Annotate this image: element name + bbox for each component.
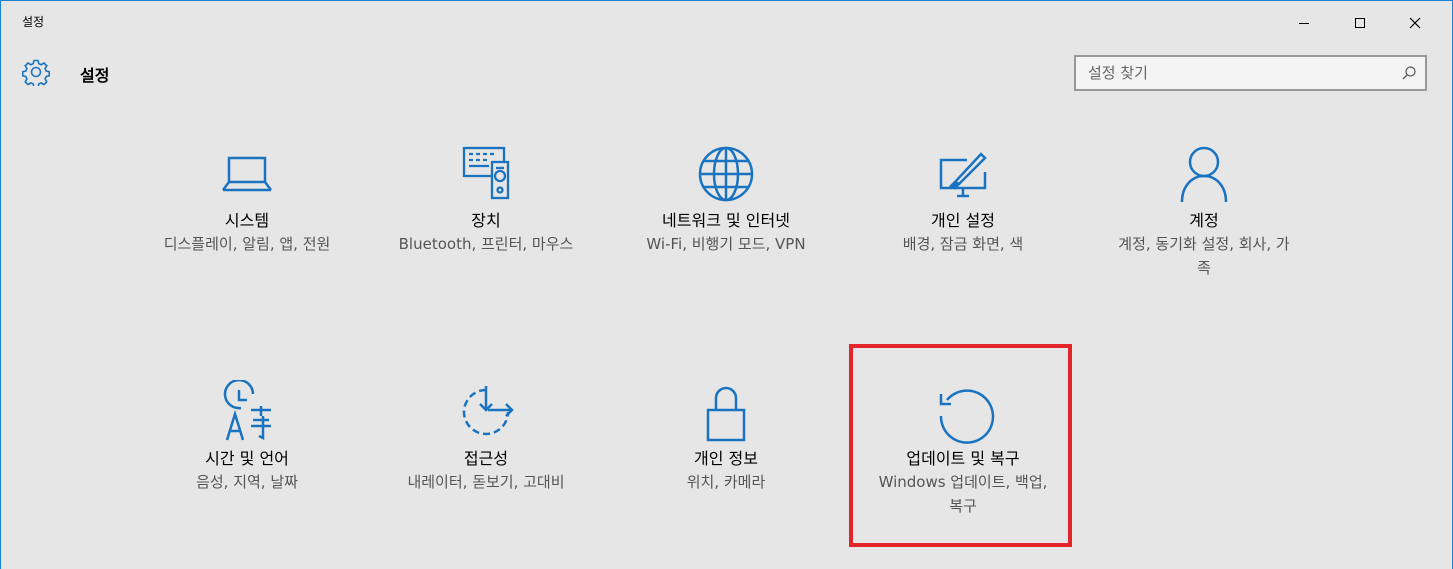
- tile-update-recovery[interactable]: 업데이트 및 복구 Windows 업데이트, 백업, 복구: [863, 380, 1063, 518]
- tile-description: 배경, 잠금 화면, 색: [902, 235, 1024, 253]
- tile-description: Bluetooth, 프린터, 마우스: [398, 235, 574, 253]
- tile-label: 계정: [1189, 211, 1219, 230]
- maximize-icon: [1355, 18, 1365, 28]
- tile-description: 디스플레이, 알림, 앱, 전원: [163, 235, 331, 253]
- settings-header: 설정: [1, 45, 1452, 101]
- personalization-icon: [931, 142, 995, 206]
- tile-label: 개인 설정: [931, 211, 995, 230]
- tile-description: Wi-Fi, 비행기 모드, VPN: [646, 235, 806, 253]
- tile-label: 접근성: [463, 449, 509, 468]
- tile-network[interactable]: 네트워크 및 인터넷 Wi-Fi, 비행기 모드, VPN: [626, 142, 826, 256]
- tile-privacy[interactable]: 개인 정보 위치, 카메라: [626, 380, 826, 494]
- tile-label: 네트워크 및 인터넷: [662, 211, 790, 230]
- globe-icon: [694, 142, 758, 206]
- tile-label: 개인 정보: [694, 449, 758, 468]
- tile-description: Windows 업데이트, 백업, 복구: [878, 473, 1048, 515]
- tile-label: 시스템: [224, 211, 270, 230]
- laptop-icon: [215, 142, 279, 206]
- settings-window: 설정 설정 설정 찾기 시스템 디스플레이, 알림, 앱, 전원 장치 Blue…: [0, 0, 1453, 569]
- tile-description: 위치, 카메라: [686, 473, 766, 491]
- tile-devices[interactable]: 장치 Bluetooth, 프린터, 마우스: [386, 142, 586, 256]
- tile-description: 계정, 동기화 설정, 회사, 가족: [1118, 235, 1290, 277]
- tile-time-language[interactable]: 시간 및 언어 음성, 지역, 날짜: [147, 380, 347, 494]
- close-icon: [1409, 17, 1421, 29]
- close-button[interactable]: [1392, 1, 1438, 45]
- lock-icon: [694, 380, 758, 444]
- search-box[interactable]: [1074, 55, 1427, 91]
- tile-label: 업데이트 및 복구: [906, 449, 1020, 468]
- title-bar[interactable]: 설정: [1, 1, 1452, 45]
- tile-label: 장치: [471, 211, 501, 230]
- refresh-icon: [931, 380, 995, 444]
- tile-system[interactable]: 시스템 디스플레이, 알림, 앱, 전원: [147, 142, 347, 256]
- minimize-button[interactable]: [1281, 1, 1327, 45]
- search-input[interactable]: [1076, 57, 1386, 89]
- devices-icon: [454, 142, 518, 206]
- maximize-button[interactable]: [1337, 1, 1383, 45]
- tile-description: 내레이터, 돋보기, 고대비: [407, 473, 565, 491]
- tile-ease-of-access[interactable]: 접근성 내레이터, 돋보기, 고대비: [386, 380, 586, 494]
- person-icon: [1172, 142, 1236, 206]
- window-title: 설정: [22, 15, 45, 29]
- search-icon[interactable]: [1401, 65, 1417, 81]
- tile-description: 음성, 지역, 날짜: [196, 473, 298, 491]
- tile-personalization[interactable]: 개인 설정 배경, 잠금 화면, 색: [863, 142, 1063, 256]
- time-language-icon: [215, 380, 279, 444]
- minimize-icon: [1299, 23, 1309, 24]
- tile-label: 시간 및 언어: [205, 449, 289, 468]
- tile-accounts[interactable]: 계정 계정, 동기화 설정, 회사, 가족: [1104, 142, 1304, 280]
- page-title: 설정: [80, 66, 110, 85]
- ease-of-access-icon: [454, 380, 518, 444]
- gear-icon: [22, 59, 50, 86]
